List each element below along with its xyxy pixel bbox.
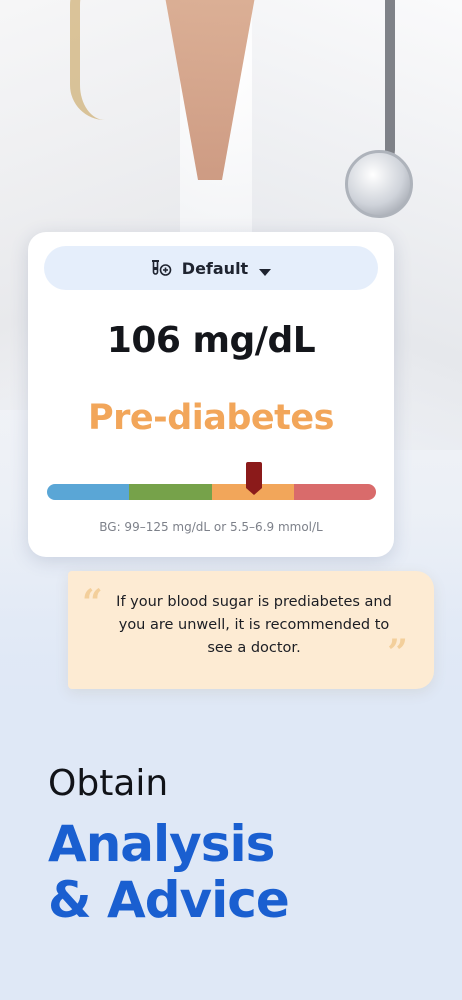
stethoscope-tube-left — [70, 0, 140, 120]
advice-text: If your blood sugar is prediabetes and y… — [116, 594, 392, 656]
blood-sugar-card: Default 106 mg/dL Pre-diabetes BG: 99–12… — [28, 232, 394, 557]
stethoscope-chestpiece — [345, 150, 413, 218]
stethoscope-tube — [355, 0, 395, 170]
headline-line-1: Analysis — [48, 815, 275, 873]
caret-down-icon — [258, 263, 272, 276]
promo-headline: Obtain Analysis & Advice — [48, 762, 448, 928]
range-segment-4 — [293, 484, 376, 500]
advice-bubble: “ If your blood sugar is prediabetes and… — [68, 571, 434, 689]
range-segment-1 — [47, 484, 130, 500]
glucose-range-bar — [47, 484, 376, 500]
glucose-reading: 106 mg/dL — [106, 320, 316, 361]
quote-close-icon: ” — [387, 632, 408, 674]
glucose-status: Pre-diabetes — [88, 398, 334, 438]
range-segment-2 — [129, 484, 212, 500]
range-caption: BG: 99–125 mg/dL or 5.5–6.9 mmol/L — [99, 520, 323, 534]
range-marker-icon — [245, 462, 263, 496]
headline-lead: Obtain — [48, 763, 169, 804]
profile-selector[interactable]: Default — [44, 246, 378, 290]
profile-selector-label: Default — [181, 258, 249, 278]
quote-open-icon: “ — [82, 582, 103, 624]
test-tubes-icon — [150, 258, 172, 278]
headline-line-2: & Advice — [48, 871, 290, 929]
